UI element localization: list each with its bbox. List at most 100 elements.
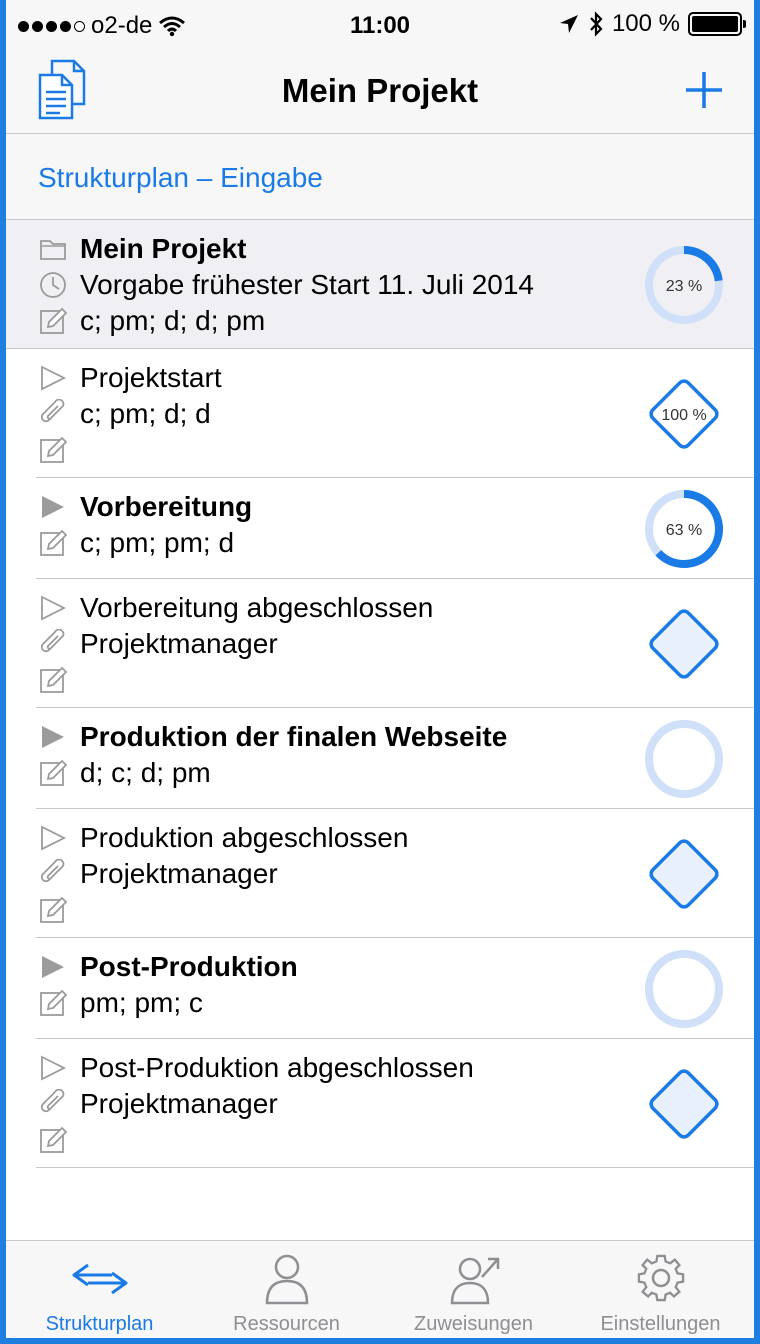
diamond-graphic	[649, 609, 719, 679]
group-name: Produktion der finalen Webseite	[80, 721, 508, 752]
folder-icon	[38, 234, 68, 264]
group-name-line: Vorbereitung	[38, 489, 252, 525]
list-item-post-produktion-abgeschlossen[interactable]: Post-Produktion abgeschlossen Projektman…	[6, 1039, 754, 1168]
group-name-line: Post-Produktion	[38, 949, 298, 985]
list-item-produktion-abgeschlossen[interactable]: Produktion abgeschlossen Projektmanager	[6, 809, 754, 938]
section-header: Strukturplan – Eingabe	[6, 134, 754, 220]
status-right: 100 %	[558, 10, 746, 38]
list-item-projektstart[interactable]: Projektstart c; pm; d; d 100 %	[6, 349, 754, 478]
plus-icon[interactable]	[684, 70, 724, 110]
battery-percent: 100 %	[611, 10, 680, 37]
group-resources: c; pm; pm; d	[80, 527, 235, 558]
task-name: Produktion abgeschlossen	[80, 822, 409, 853]
tab-ressourcen[interactable]: Ressourcen	[193, 1241, 380, 1338]
tab-label: Strukturplan	[45, 1313, 154, 1335]
task-name-line: Post-Produktion abgeschlossen	[38, 1050, 474, 1086]
edit-icon	[38, 895, 68, 925]
list-item-vorbereitung[interactable]: Vorbereitung c; pm; pm; d 63 %	[6, 478, 754, 579]
group-resources: d; c; d; pm	[80, 757, 211, 788]
arrows-icon	[72, 1263, 127, 1295]
list-item-produktion[interactable]: Produktion der finalen Webseite d; c; d;…	[6, 708, 754, 809]
clock-icon	[38, 270, 68, 300]
progress-label: 100 %	[661, 407, 706, 424]
task-name-line: Vorbereitung abgeschlossen	[38, 590, 433, 626]
progress-ring-graphic: 23 %	[645, 246, 723, 324]
gear-icon	[637, 1254, 684, 1302]
navigation-bar: Mein Projekt	[6, 52, 754, 134]
task-name-line: Projektstart	[38, 360, 222, 396]
list-item-post-produktion[interactable]: Post-Produktion pm; pm; c	[6, 938, 754, 1039]
diamond-graphic	[649, 1069, 719, 1139]
milestone-diamond	[642, 1062, 726, 1146]
project-start-line: Vorgabe frühester Start 11. Juli 2014	[38, 267, 534, 303]
breadcrumb-strukturplan[interactable]: Strukturplan	[38, 162, 189, 193]
play-filled-icon	[38, 492, 68, 522]
task-name: Vorbereitung abgeschlossen	[80, 592, 434, 623]
task-name-line: Produktion abgeschlossen	[38, 820, 408, 856]
play-outline-icon	[38, 593, 68, 623]
milestone-diamond	[642, 602, 726, 686]
edit-icon	[38, 306, 68, 336]
play-outline-icon	[38, 363, 68, 393]
task-attachment: Projektmanager	[80, 858, 278, 889]
milestone-diamond: 100 %	[642, 372, 726, 456]
ring-track	[645, 720, 723, 798]
tab-bar: Strukturplan Ressourcen Zuweisungen Eins…	[6, 1240, 754, 1338]
list-item-vorbereitung-abgeschlossen[interactable]: Vorbereitung abgeschlossen Projektmanage…	[6, 579, 754, 708]
edit-icon	[38, 528, 68, 558]
tab-strukturplan[interactable]: Strukturplan	[6, 1241, 193, 1338]
task-attachment-line: Projektmanager	[38, 626, 278, 662]
group-resources: pm; pm; c	[80, 987, 203, 1018]
task-attachment-line: Projektmanager	[38, 856, 278, 892]
row-separator	[36, 1167, 754, 1168]
progress-ring	[642, 717, 726, 801]
progress-ring-graphic: 63 %	[645, 490, 723, 568]
play-outline-icon	[38, 823, 68, 853]
group-name-line: Produktion der finalen Webseite	[38, 719, 507, 755]
edit-icon	[38, 988, 68, 1018]
task-name: Projektstart	[80, 362, 222, 393]
app-frame: o2-de 11:00 100 % Mein Projekt Strukturp…	[6, 0, 754, 1338]
task-edit-line	[38, 1122, 68, 1158]
task-name: Post-Produktion abgeschlossen	[80, 1052, 474, 1083]
diamond-graphic	[649, 839, 719, 909]
task-attachment: Projektmanager	[80, 628, 278, 659]
project-name: Mein Projekt	[80, 233, 247, 264]
project-resources-line: c; pm; d; d; pm	[38, 303, 265, 339]
task-attachment: Projektmanager	[80, 1088, 278, 1119]
edit-icon	[38, 758, 68, 788]
tab-einstellungen[interactable]: Einstellungen	[567, 1241, 754, 1338]
paperclip-icon	[38, 1089, 68, 1119]
project-name-line: Mein Projekt	[38, 231, 246, 267]
location-arrow-icon	[559, 15, 578, 33]
play-filled-icon	[38, 952, 68, 982]
edit-icon	[38, 1125, 68, 1155]
tab-label: Einstellungen	[600, 1313, 721, 1335]
task-list: Mein Projekt Vorgabe frühester Start 11.…	[6, 220, 754, 1168]
group-resources-line: pm; pm; c	[38, 985, 203, 1021]
page-title: Mein Projekt	[281, 72, 479, 109]
group-name: Vorbereitung	[80, 491, 253, 522]
diamond-shape	[649, 839, 719, 909]
list-item-project[interactable]: Mein Projekt Vorgabe frühester Start 11.…	[6, 220, 754, 349]
play-outline-icon	[38, 1053, 68, 1083]
tab-label: Zuweisungen	[414, 1313, 533, 1335]
battery-icon	[688, 12, 746, 36]
progress-ring: 23 %	[642, 243, 726, 327]
tab-zuweisungen[interactable]: Zuweisungen	[380, 1241, 567, 1338]
person-arrow-icon	[450, 1257, 499, 1305]
ring-track	[645, 950, 723, 1028]
group-name: Post-Produktion	[80, 951, 298, 982]
diamond-graphic: 100 %	[649, 379, 719, 449]
progress-ring	[642, 947, 726, 1031]
breadcrumb-separator: –	[188, 162, 221, 193]
breadcrumb-eingabe[interactable]: Eingabe	[220, 162, 323, 193]
breadcrumb: Strukturplan – Eingabe	[38, 162, 323, 194]
person-icon	[265, 1254, 308, 1305]
project-resources: c; pm; d; d; pm	[80, 305, 266, 336]
edit-icon	[38, 665, 68, 695]
group-resources-line: c; pm; pm; d	[38, 525, 234, 561]
task-attachment-line: Projektmanager	[38, 1086, 278, 1122]
task-edit-line	[38, 892, 68, 928]
paperclip-icon	[38, 399, 68, 429]
